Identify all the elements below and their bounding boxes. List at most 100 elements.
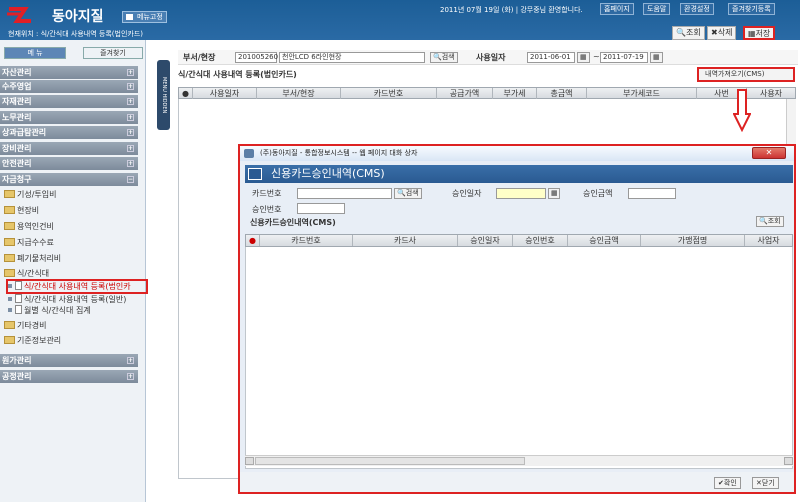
col-header[interactable]: 총금액 (537, 88, 587, 99)
col-header[interactable]: 사용자 (747, 88, 795, 99)
approve-amount-input[interactable] (628, 188, 676, 199)
col-header[interactable]: 카드번호 (341, 88, 437, 99)
arrow-right-icon (248, 168, 262, 180)
dialog-grid-body[interactable] (245, 247, 793, 469)
document-icon (15, 281, 22, 290)
col-header[interactable]: 사업자 (745, 235, 792, 246)
menu-cost[interactable]: 원가관리 + (0, 354, 138, 367)
menu-process[interactable]: 공정관리 + (0, 370, 138, 383)
expand-icon: + (127, 114, 134, 121)
tree-subitem[interactable]: 월별 식/간식대 집계 (8, 305, 91, 317)
tree-item[interactable]: 기성/투입비 (4, 189, 57, 201)
menu-safety[interactable]: 안전관리 + (0, 157, 138, 170)
confirm-label: 확인 (723, 479, 737, 487)
folder-icon (4, 206, 15, 214)
card-search-button[interactable]: 🔍검색 (394, 188, 422, 199)
calendar-icon[interactable]: ▦ (650, 52, 663, 63)
expand-icon: + (127, 129, 134, 136)
tree-label: 식/간식대 사용내역 등록(일반) (24, 295, 127, 304)
approve-date-label: 승인일자 (452, 189, 482, 198)
load-cms-button[interactable]: 내역가져오기(CMS) (697, 67, 795, 82)
tree-label: 현장비 (17, 206, 40, 215)
tree-item[interactable]: 용역인건비 (4, 221, 54, 233)
menu-fix-button[interactable]: 메뉴고정 (122, 11, 167, 23)
menu-payroll[interactable]: 상과급탐관리 + (0, 126, 138, 139)
search-button[interactable]: 🔍조회 (672, 26, 705, 40)
bullet-icon (8, 284, 12, 288)
col-header[interactable]: 승인일자 (458, 235, 513, 246)
query-button[interactable]: 🔍조회 (756, 216, 784, 227)
menu-equipment[interactable]: 장비관리 + (0, 142, 138, 155)
expand-icon: + (127, 83, 134, 90)
date-from-input[interactable]: 2011-06-01 (527, 52, 575, 63)
col-header[interactable]: 부가세 (493, 88, 537, 99)
scroll-right-icon[interactable] (784, 457, 793, 465)
greeting-text: 2011년 07월 19일 (화) | 강무중님 환영합니다. (440, 6, 583, 14)
close-button[interactable]: ✕닫기 (752, 477, 779, 489)
scroll-thumb[interactable] (255, 457, 525, 465)
tree-item[interactable]: 기준정보관리 (4, 335, 61, 347)
menu-materials[interactable]: 자재관리 + (0, 95, 138, 108)
menu-labor[interactable]: 노무관리 + (0, 111, 138, 124)
expand-icon: + (127, 98, 134, 105)
close-icon[interactable]: ✕ (752, 147, 786, 159)
settings-button[interactable]: 환경설정 (680, 3, 714, 15)
delete-button[interactable]: ✖삭제 (707, 26, 737, 40)
site-code-input[interactable]: 201005260 (235, 52, 278, 63)
tree-subitem-active[interactable]: 식/간식대 사용내역 등록(법인카 (6, 279, 148, 294)
favorites-tab[interactable]: 즐겨찾기 (83, 47, 143, 59)
add-favorite-button[interactable]: 즐겨찾기등록 (728, 3, 775, 15)
col-header[interactable]: 가맹점명 (641, 235, 745, 246)
menu-fund[interactable]: 자금청구 − (0, 173, 138, 186)
site-name-input[interactable]: 천안LCD 6라인현장 (279, 52, 425, 63)
approve-no-label: 승인번호 (252, 205, 282, 214)
save-button[interactable]: ▦저장 (743, 26, 776, 40)
col-header[interactable]: 카드사 (353, 235, 458, 246)
cat-label: 안전관리 (2, 159, 32, 168)
menu-hidden-tab[interactable]: MENU HIDDEN (157, 60, 170, 130)
dialog-banner: 신용카드승인내역(CMS) (245, 165, 793, 183)
tree-item[interactable]: 폐기물처리비 (4, 253, 61, 265)
expand-icon: + (127, 160, 134, 167)
tree-label: 기타경비 (17, 321, 47, 330)
cat-label: 장비관리 (2, 144, 32, 153)
menu-sales[interactable]: 수주영업 + (0, 80, 138, 93)
cat-label: 자금청구 (2, 175, 32, 184)
col-header[interactable]: 승인번호 (513, 235, 568, 246)
tree-item[interactable]: 지급수수료 (4, 237, 54, 249)
tree-label: 월별 식/간식대 집계 (24, 306, 91, 315)
card-no-input[interactable] (297, 188, 392, 199)
card-approval-dialog: (주)동아지질 - 통합정보시스템 -- 웹 페이지 대화 상자 ✕ 신용카드승… (238, 144, 796, 494)
cat-label: 자산관리 (2, 68, 32, 77)
col-header[interactable]: 승인금액 (568, 235, 641, 246)
folder-icon (4, 190, 15, 198)
site-search-button[interactable]: 🔍검색 (430, 52, 458, 63)
approve-date-input[interactable] (496, 188, 546, 199)
col-header[interactable]: 부서/현장 (257, 88, 341, 99)
col-header[interactable]: 부가세코드 (587, 88, 697, 99)
scroll-left-icon[interactable] (245, 457, 254, 465)
menu-assets[interactable]: 자산관리 + (0, 66, 138, 79)
col-header[interactable]: 사용일자 (193, 88, 257, 99)
search-label: 조회 (685, 28, 701, 37)
homepage-button[interactable]: 홈페이지 (600, 3, 634, 15)
cat-label: 상과급탐관리 (2, 128, 47, 137)
site-label: 부서/현장 (183, 53, 216, 62)
tree-item[interactable]: 현장비 (4, 205, 39, 217)
section-title: 식/간식대 사용내역 등록(법인카드) (178, 70, 297, 79)
date-to-input[interactable]: 2011-07-19 (600, 52, 648, 63)
col-header[interactable]: 카드번호 (260, 235, 353, 246)
col-header[interactable]: 공급가액 (437, 88, 493, 99)
confirm-button[interactable]: ✔확인 (714, 477, 741, 489)
delete-label: 삭제 (717, 28, 733, 37)
dialog-horizontal-scrollbar[interactable] (245, 455, 793, 466)
approve-no-input[interactable] (297, 203, 345, 214)
calendar-icon[interactable]: ▦ (548, 188, 560, 199)
dialog-grid-header: ● 카드번호 카드사 승인일자 승인번호 승인금액 가맹점명 사업자 (245, 234, 793, 247)
menu-tab[interactable]: 메 뉴 (4, 47, 66, 59)
tree-item[interactable]: 기타경비 (4, 320, 46, 332)
help-button[interactable]: 도움말 (643, 3, 671, 15)
date-tilde: ~ (593, 52, 600, 61)
calendar-icon[interactable]: ▦ (577, 52, 590, 63)
document-icon (15, 294, 22, 303)
